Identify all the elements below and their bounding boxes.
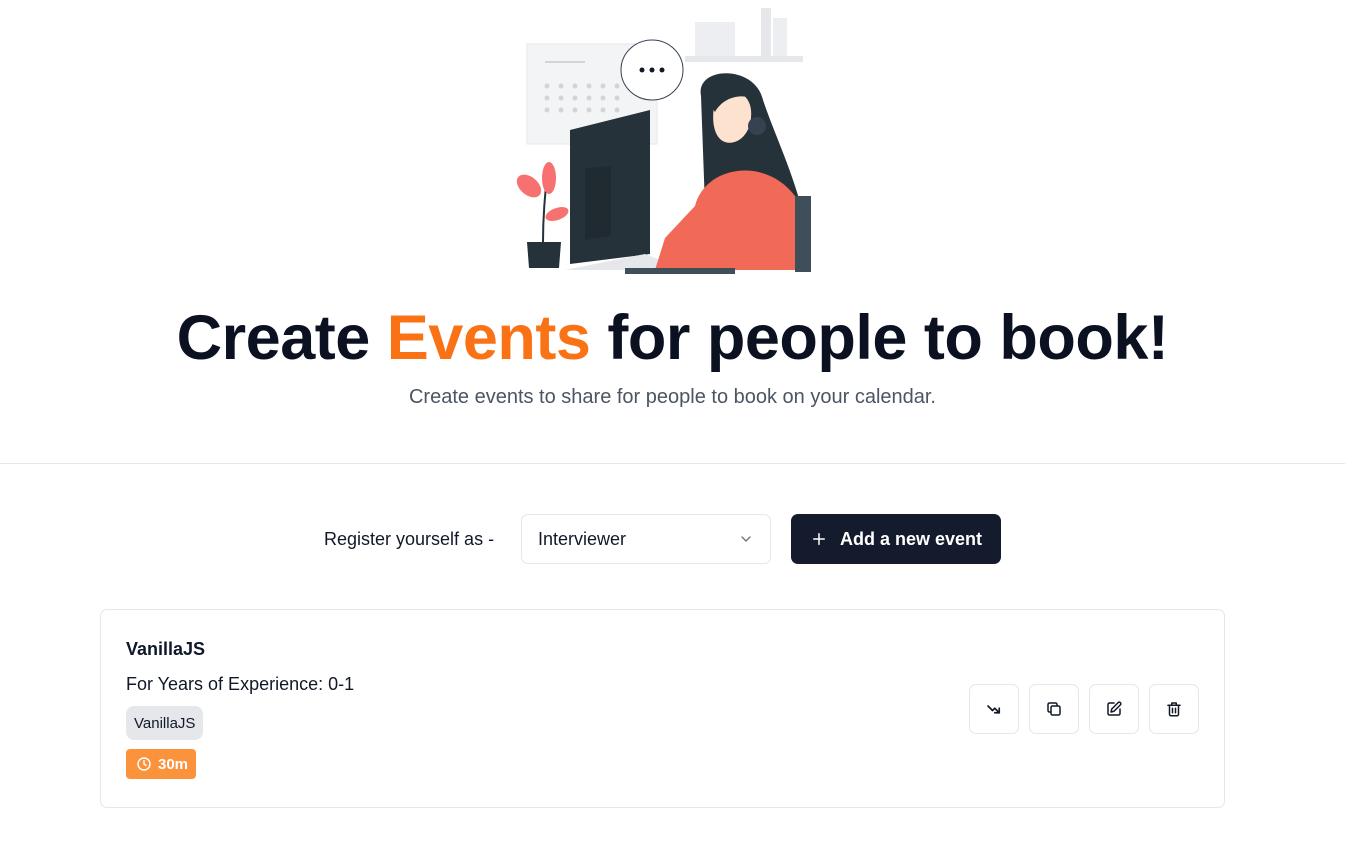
add-event-label: Add a new event — [839, 528, 983, 549]
event-tag: VanillaJS — [126, 706, 204, 740]
delete-button[interactable] — [1149, 684, 1199, 734]
page-subtitle: Create events to share for people to boo… — [408, 386, 936, 408]
hero-illustration — [516, 8, 811, 274]
event-tag-label: VanillaJS — [134, 714, 196, 732]
event-name: VanillaJS — [126, 639, 206, 659]
edit-icon — [1107, 701, 1122, 716]
analytics-button[interactable] — [969, 684, 1019, 734]
role-select[interactable]: Interviewer — [521, 514, 771, 564]
trending-icon — [987, 705, 1001, 714]
duration-badge: 30m — [126, 749, 197, 779]
event-actions — [969, 684, 1199, 734]
title-prefix: Create — [176, 303, 371, 373]
section-divider — [0, 463, 1345, 464]
copy-button[interactable] — [1029, 684, 1079, 734]
event-experience: For Years of Experience: 0-1 — [126, 674, 355, 694]
role-select-value: Interviewer — [538, 528, 627, 549]
duration-label: 30m — [158, 755, 189, 773]
title-accent: Events — [386, 303, 591, 373]
add-event-button[interactable]: Add a new event — [791, 514, 1001, 564]
page-title: Create Events for people to book! — [0, 302, 1345, 374]
register-label: Register yourself as - — [324, 529, 495, 549]
clock-icon — [137, 757, 151, 771]
chevron-down-icon — [741, 536, 751, 542]
edit-button[interactable] — [1089, 684, 1139, 734]
plus-icon — [812, 533, 825, 545]
copy-icon — [1047, 702, 1061, 716]
trash-icon — [1167, 702, 1181, 717]
event-card: VanillaJS For Years of Experience: 0-1 V… — [100, 609, 1225, 808]
title-suffix: for people to book! — [607, 303, 1169, 373]
